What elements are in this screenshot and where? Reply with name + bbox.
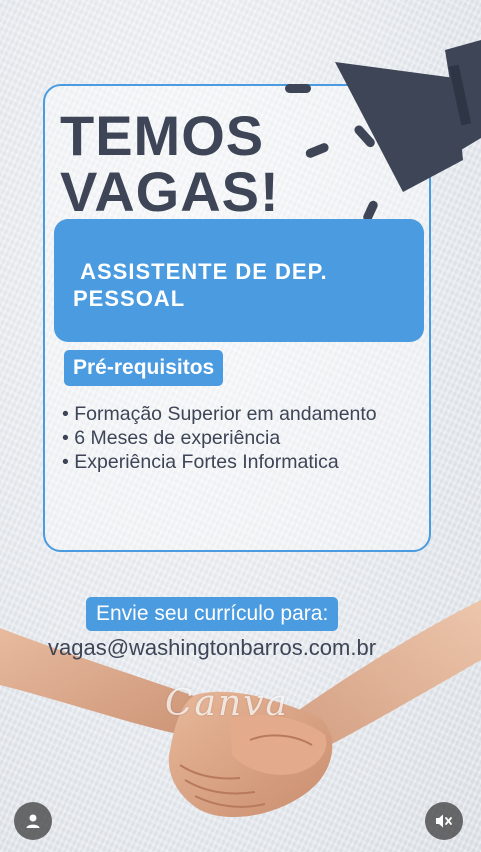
- canva-watermark: Canva: [165, 683, 289, 724]
- profile-button[interactable]: [14, 802, 52, 840]
- headline-line-2: VAGAS!: [60, 160, 280, 223]
- contact-email[interactable]: vagas@washingtonbarros.com.br: [48, 634, 448, 662]
- mute-button[interactable]: [425, 802, 463, 840]
- requirement-item: Experiência Fortes Informatica: [62, 450, 412, 474]
- headline-line-1: TEMOS: [60, 104, 265, 167]
- requirements-list: Formação Superior em andamento 6 Meses d…: [62, 402, 412, 474]
- job-title: ASSISTENTE DE DEP. PESSOAL: [73, 259, 328, 311]
- volume-mute-icon: [436, 814, 452, 828]
- requirement-item: 6 Meses de experiência: [62, 426, 412, 450]
- requirement-item: Formação Superior em andamento: [62, 402, 412, 426]
- requirements-heading: Pré-requisitos: [64, 350, 224, 386]
- megaphone-icon: [285, 40, 481, 222]
- cta-label: Envie seu currículo para:: [86, 597, 339, 631]
- user-icon: [26, 814, 40, 828]
- headline: TEMOS VAGAS!: [60, 108, 280, 220]
